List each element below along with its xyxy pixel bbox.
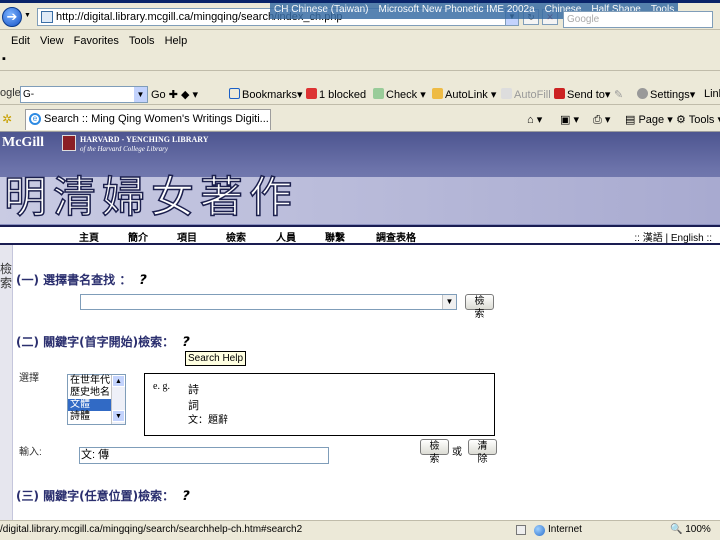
nav-survey[interactable]: 調查表格 bbox=[376, 229, 416, 244]
lang-item[interactable]: CH Chinese (Taiwan) bbox=[274, 4, 368, 18]
menu-edit[interactable]: Edit bbox=[6, 35, 35, 47]
title-banner: 明清婦女著作 bbox=[0, 172, 720, 224]
autofill-icon bbox=[501, 88, 512, 99]
live-search-input[interactable]: Google bbox=[563, 11, 713, 28]
autofill-button[interactable]: AutoFill bbox=[501, 88, 551, 101]
status-url: /digital.library.mcgill.ca/mingqing/sear… bbox=[0, 524, 303, 535]
popup-blocker-button[interactable]: 1 blocked bbox=[306, 88, 366, 101]
tab-title: Search :: Ming Qing Women's Writings Dig… bbox=[44, 113, 269, 125]
search-button[interactable]: 檢索 bbox=[465, 294, 494, 320]
language-switch[interactable]: :: 漢語 | English :: bbox=[634, 229, 712, 244]
input-label: 輸入: bbox=[19, 447, 42, 458]
page-menu[interactable]: ▤ Page ▾ bbox=[625, 113, 673, 126]
site-header: McGill HARVARD - YENCHING LIBRARY of the… bbox=[0, 132, 720, 225]
search-help-tooltip: Search Help bbox=[185, 351, 247, 366]
example-item: 詩 bbox=[188, 384, 199, 396]
google-logo[interactable]: ogle bbox=[0, 87, 21, 99]
zoom-level[interactable]: 🔍 100% bbox=[670, 521, 711, 539]
link-button[interactable]: Link bbox=[704, 88, 720, 100]
listbox-scrollbar[interactable]: ▲ ▼ bbox=[111, 375, 125, 424]
abc-check-icon bbox=[373, 88, 384, 99]
clear-button[interactable]: 清除 bbox=[468, 439, 497, 465]
settings-button[interactable]: Settings▾ bbox=[637, 88, 695, 101]
globe-icon bbox=[534, 525, 545, 536]
examples-box: e. g. 詩 詞 文：題辭 bbox=[144, 373, 495, 436]
nav-search[interactable]: 檢索 bbox=[226, 229, 246, 244]
nav-projects[interactable]: 項目 bbox=[177, 229, 197, 244]
google-combo-value: G- bbox=[23, 89, 35, 100]
select-label: 選擇 bbox=[19, 373, 39, 384]
favorites-star-icon[interactable]: ✲ bbox=[2, 112, 12, 126]
or-text: 或 bbox=[452, 447, 462, 458]
section-title-search: (一) 選擇書名查找 ：? bbox=[16, 273, 149, 288]
category-listbox[interactable]: 在世年代 歷史地名 文體 詩體 ▲ ▼ bbox=[67, 374, 126, 425]
scroll-down-icon: ▼ bbox=[112, 410, 125, 422]
menu-favorites[interactable]: Favorites bbox=[69, 35, 124, 47]
list-item[interactable]: 歷史地名 bbox=[68, 387, 111, 399]
feeds-icon[interactable]: ▣ ▾ bbox=[560, 113, 579, 126]
sidebar-label: 檢索 bbox=[0, 245, 13, 520]
tab-row: ✲ e Search :: Ming Qing Women's Writings… bbox=[0, 107, 720, 132]
security-icon bbox=[516, 525, 526, 535]
wand-icon bbox=[432, 88, 443, 99]
links-bar: ▪ bbox=[0, 51, 720, 71]
print-icon[interactable]: ⎙ ▾ bbox=[593, 113, 610, 127]
pencil-icon[interactable]: ✎ bbox=[614, 88, 623, 101]
menu-help[interactable]: Help bbox=[160, 35, 193, 47]
sendto-button[interactable]: Send to▾ bbox=[554, 88, 610, 101]
back-button[interactable]: ➔ bbox=[2, 7, 22, 27]
status-bar: /digital.library.mcgill.ca/mingqing/sear… bbox=[0, 520, 720, 540]
bookmarks-button[interactable]: Bookmarks▾ bbox=[229, 88, 303, 101]
google-toolbar: ogle G- ▼ Go ✚ ◆ ▾ Bookmarks▾ 1 blocked … bbox=[0, 83, 720, 105]
help-icon[interactable]: ? bbox=[138, 273, 149, 288]
chevron-down-icon[interactable]: ▼ bbox=[442, 295, 456, 309]
harvard-yenching-seal bbox=[62, 135, 76, 151]
ie-icon: e bbox=[29, 113, 41, 125]
google-go-button[interactable]: Go ✚ ◆ ▾ bbox=[151, 88, 198, 101]
section-anywhere-search: (三) 關鍵字(任意位置)檢索：? bbox=[16, 489, 192, 504]
chevron-down-icon[interactable]: ▼ bbox=[134, 87, 147, 102]
menu-tools[interactable]: Tools bbox=[124, 35, 160, 47]
tools-menu[interactable]: ⚙ Tools ▾ bbox=[676, 113, 720, 126]
nav-home[interactable]: 主頁 bbox=[79, 229, 99, 244]
star-icon bbox=[229, 88, 240, 99]
mcgill-logo[interactable]: McGill bbox=[2, 135, 44, 151]
title-select[interactable]: ▼ bbox=[80, 294, 457, 310]
scroll-up-icon: ▲ bbox=[112, 375, 125, 387]
nav-contact[interactable]: 聯繫 bbox=[325, 229, 345, 244]
list-item[interactable]: 詩體 bbox=[68, 411, 111, 423]
list-item[interactable]: 在世年代 bbox=[68, 375, 111, 387]
send-icon bbox=[554, 88, 565, 99]
blocker-icon bbox=[306, 88, 317, 99]
harvard-yenching-name[interactable]: HARVARD - YENCHING LIBRARY of the Harvar… bbox=[80, 135, 209, 154]
lang-item[interactable]: Microsoft New Phonetic IME 2002a bbox=[378, 4, 534, 18]
search-button-2[interactable]: 檢索 bbox=[420, 439, 449, 465]
menu-view[interactable]: View bbox=[35, 35, 69, 47]
google-search-combo[interactable]: G- ▼ bbox=[20, 86, 148, 103]
section-prefix-search: (二) 關鍵字(首字開始)檢索：? bbox=[16, 335, 192, 350]
help-icon[interactable]: ? bbox=[181, 335, 192, 350]
menu-bar: Edit View Favorites Tools Help bbox=[0, 31, 720, 51]
help-icon[interactable]: ? bbox=[181, 489, 192, 504]
list-item-selected[interactable]: 文體 bbox=[68, 399, 111, 411]
address-bar-row: ➔ ▼ http://digital.library.mcgill.ca/min… bbox=[0, 3, 720, 30]
autolink-button[interactable]: AutoLink ▾ bbox=[432, 88, 496, 101]
keyword-input[interactable]: 文: 傳 bbox=[79, 447, 329, 464]
nav-people[interactable]: 人員 bbox=[276, 229, 296, 244]
tab-active[interactable]: e Search :: Ming Qing Women's Writings D… bbox=[25, 109, 271, 130]
gear-icon bbox=[637, 88, 648, 99]
toolbar-grip-icon: ▪ bbox=[2, 53, 6, 65]
zone-text: Internet bbox=[548, 524, 582, 535]
example-item: 文：題辭 bbox=[188, 415, 228, 426]
example-label: e. g. bbox=[153, 381, 170, 392]
home-icon[interactable]: ⌂ ▾ bbox=[527, 113, 542, 126]
spellcheck-button[interactable]: Check ▾ bbox=[373, 88, 426, 101]
history-dropdown-icon[interactable]: ▼ bbox=[24, 12, 31, 19]
site-nav: 主頁 簡介 項目 檢索 人員 聯繫 調查表格 :: 漢語 | English :… bbox=[0, 225, 720, 245]
site-title: 明清婦女著作 bbox=[3, 172, 298, 224]
page-favicon-icon bbox=[41, 11, 53, 23]
nav-intro[interactable]: 簡介 bbox=[128, 229, 148, 244]
